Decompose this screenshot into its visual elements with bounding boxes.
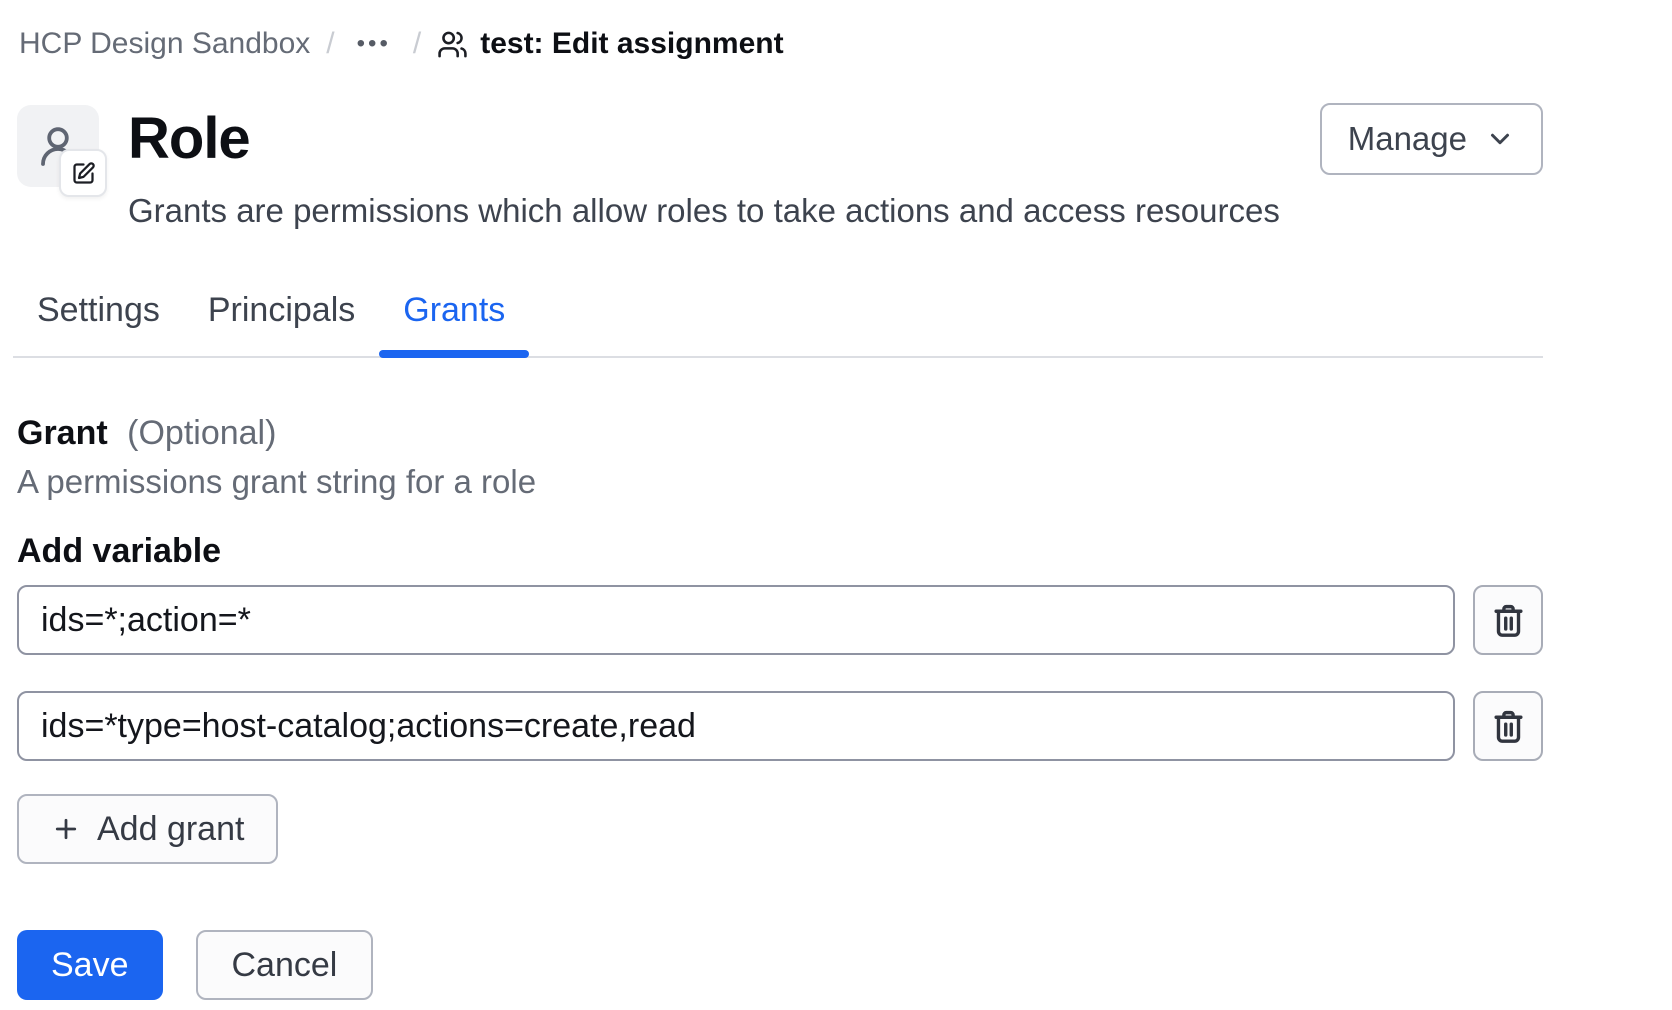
page-subtitle: Grants are permissions which allow roles… [128,191,1320,231]
cancel-button[interactable]: Cancel [196,930,374,1000]
manage-button-label: Manage [1348,120,1467,158]
breadcrumb-current-label: test: Edit assignment [480,26,783,62]
breadcrumb-separator: / [326,26,334,62]
tab-settings[interactable]: Settings [13,290,184,356]
save-button[interactable]: Save [17,930,163,1000]
grant-help-text: A permissions grant string for a role [17,462,1543,502]
delete-grant-2-button[interactable] [1473,691,1543,761]
tab-grants[interactable]: Grants [379,290,529,356]
grant-optional-badge: (Optional) [127,414,276,452]
tab-principals[interactable]: Principals [184,290,379,356]
add-variable-heading: Add variable [17,530,1543,572]
chevron-down-icon [1485,124,1515,154]
role-avatar [17,105,99,187]
edit-pencil-icon[interactable] [59,149,107,197]
page-header: Role Grants are permissions which allow … [17,105,1543,231]
form-actions: Save Cancel [17,930,1543,1000]
add-grant-button-label: Add grant [97,810,244,849]
page-title: Role [128,107,1320,171]
grant-input-1[interactable] [17,585,1455,655]
tab-bar: Settings Principals Grants [13,290,1543,358]
breadcrumb: HCP Design Sandbox / ••• / test: Edit as… [17,0,1543,62]
trash-icon [1490,602,1527,639]
plus-icon [51,814,81,844]
breadcrumb-separator: / [413,26,421,62]
breadcrumb-collapsed-button[interactable]: ••• [351,26,397,62]
trash-icon [1490,708,1527,745]
tab-grants-label: Grants [403,291,505,329]
delete-grant-1-button[interactable] [1473,585,1543,655]
grant-field-label: Grant (Optional) [17,412,1543,454]
manage-button[interactable]: Manage [1320,103,1543,175]
users-icon [437,29,468,60]
grant-input-2[interactable] [17,691,1455,761]
role-edit-page: HCP Design Sandbox / ••• / test: Edit as… [0,0,1672,1010]
grant-row [17,585,1543,655]
active-tab-indicator [379,350,529,358]
add-grant-button[interactable]: Add grant [17,794,278,864]
breadcrumb-root-link[interactable]: HCP Design Sandbox [19,26,310,62]
breadcrumb-current: test: Edit assignment [437,26,783,62]
grant-label: Grant [17,414,108,452]
grant-row [17,691,1543,761]
